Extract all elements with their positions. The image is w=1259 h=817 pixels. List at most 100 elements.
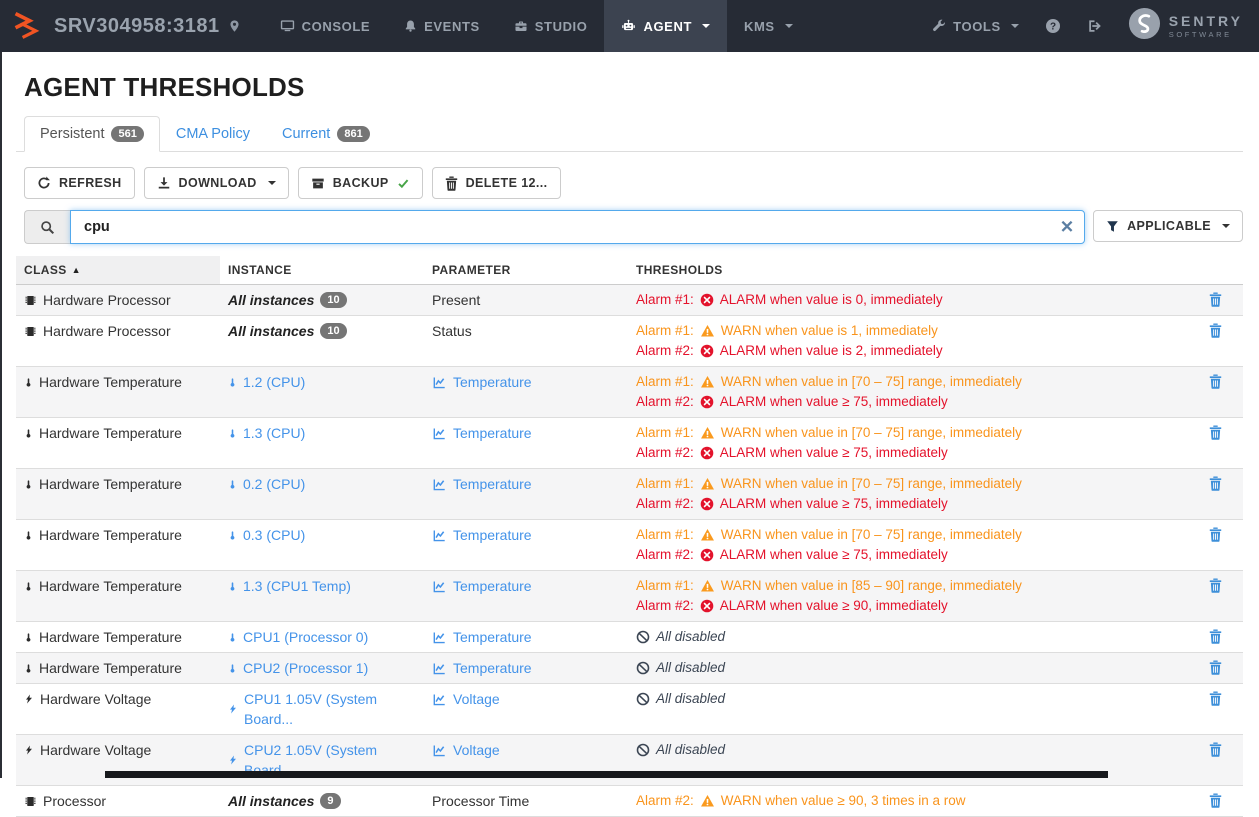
column-header-instance[interactable]: INSTANCE: [220, 256, 424, 284]
refresh-button[interactable]: REFRESH: [24, 167, 135, 199]
download-icon: [157, 176, 171, 190]
instance-link[interactable]: 0.2 (CPU): [228, 474, 416, 494]
wrench-icon: [932, 19, 946, 33]
tab-label: CMA Policy: [176, 126, 250, 142]
parameter-link[interactable]: Voltage: [432, 740, 620, 760]
delete-row-trash-icon[interactable]: [1209, 684, 1243, 706]
parameter-link[interactable]: Temperature: [432, 423, 620, 443]
threshold-prefix: Alarm #1:: [636, 290, 694, 310]
instance-link[interactable]: CPU1 (Processor 0): [228, 627, 416, 647]
help-icon[interactable]: ?: [1045, 18, 1061, 34]
column-header-thresholds[interactable]: THRESHOLDS: [628, 256, 1209, 284]
threshold-prefix: Alarm #2:: [636, 791, 694, 811]
nav-item-agent[interactable]: AGENT: [604, 0, 727, 52]
line-chart-icon: [432, 693, 447, 706]
thermo-icon: [228, 528, 237, 543]
threshold-line: Alarm #1: ALARM when value is 0, immediat…: [636, 290, 1201, 310]
tab-persistent[interactable]: Persistent 561: [24, 116, 160, 152]
clear-search-icon[interactable]: ✕: [1060, 219, 1074, 236]
alarm-circle-x-icon: [700, 344, 714, 358]
nav-item-studio[interactable]: STUDIO: [497, 0, 605, 52]
instance-link[interactable]: 1.2 (CPU): [228, 372, 416, 392]
delete-row-trash-icon[interactable]: [1209, 469, 1243, 491]
instance-label: 1.2 (CPU): [243, 372, 305, 392]
threshold-prefix: Alarm #1:: [636, 576, 694, 596]
parameter-link[interactable]: Temperature: [432, 474, 620, 494]
sentry-chevron-logo-icon[interactable]: [12, 11, 42, 41]
instance-link[interactable]: 1.3 (CPU1 Temp): [228, 576, 416, 596]
warning-triangle-icon: [700, 579, 715, 593]
applicable-filter-button[interactable]: APPLICABLE: [1093, 210, 1243, 242]
parameter-link[interactable]: Temperature: [432, 576, 620, 596]
thresholds-all-disabled: All disabled: [636, 689, 1201, 709]
instance-label: 1.3 (CPU): [243, 423, 305, 443]
instance-link[interactable]: CPU1 1.05V (System Board...: [228, 689, 416, 729]
nav-item-tools[interactable]: TOOLS: [932, 19, 1019, 34]
nav-item-console[interactable]: CONSOLE: [263, 0, 387, 52]
table-row: Hardware ProcessorAll instances10Present…: [16, 285, 1243, 316]
parameter-label: Temperature: [453, 372, 532, 392]
tab-current[interactable]: Current 861: [266, 116, 386, 152]
instance-link[interactable]: CPU2 (Processor 1): [228, 658, 416, 678]
chevron-down-icon: [268, 181, 276, 185]
delete-row-trash-icon[interactable]: [1209, 653, 1243, 675]
ban-icon: [636, 661, 650, 675]
location-pin-icon[interactable]: [228, 18, 241, 34]
nav-item-kms[interactable]: KMS: [727, 0, 810, 52]
instance-link[interactable]: 0.3 (CPU): [228, 525, 416, 545]
table-row: Hardware Temperature1.3 (CPU)Temperature…: [16, 418, 1243, 469]
parameter-label: Temperature: [453, 576, 532, 596]
backup-button[interactable]: BACKUP: [298, 167, 423, 199]
delete-row-trash-icon[interactable]: [1209, 316, 1243, 338]
delete-row-trash-icon[interactable]: [1209, 367, 1243, 389]
threshold-line: Alarm #2: WARN when value ≥ 90, 3 times i…: [636, 791, 1201, 811]
column-header-class[interactable]: CLASS ▲: [16, 256, 220, 284]
instance-link[interactable]: 1.3 (CPU): [228, 423, 416, 443]
brand-name: SENTRY: [1169, 14, 1243, 28]
delete-row-trash-icon[interactable]: [1209, 418, 1243, 440]
tab-label: Persistent: [40, 126, 104, 142]
chevron-down-icon: [1222, 224, 1230, 228]
brand-sub: SOFTWARE: [1169, 31, 1243, 39]
threshold-text: ALARM when value is 0, immediately: [720, 290, 943, 310]
tab-count-badge: 861: [337, 126, 369, 142]
threshold-line: Alarm #1:WARN when value in [70 – 75] ra…: [636, 423, 1201, 443]
delete-row-trash-icon[interactable]: [1209, 285, 1243, 307]
parameter-link[interactable]: Temperature: [432, 372, 620, 392]
tab-cma-policy[interactable]: CMA Policy: [160, 116, 266, 152]
download-button[interactable]: DOWNLOAD: [144, 167, 289, 199]
delete-row-trash-icon[interactable]: [1209, 735, 1243, 757]
class-label: Hardware Voltage: [40, 740, 151, 760]
delete-row-trash-icon[interactable]: [1209, 622, 1243, 644]
warning-triangle-icon: [700, 477, 715, 491]
thermo-icon: [24, 528, 33, 543]
class-label: Hardware Processor: [43, 321, 171, 341]
parameter-link[interactable]: Temperature: [432, 627, 620, 647]
sentry-software-brand[interactable]: SENTRY SOFTWARE: [1128, 7, 1243, 45]
threshold-line: Alarm #2:ALARM when value is 2, immediat…: [636, 341, 1201, 361]
delete-row-trash-icon[interactable]: [1209, 786, 1243, 808]
table-row: Hardware Voltage CPU1 1.05V (System Board…: [16, 684, 1243, 735]
alarm-circle-x-icon: [700, 599, 714, 613]
threshold-text: ALARM when value ≥ 75, immediately: [720, 545, 948, 565]
server-name: SRV304958:3181: [54, 15, 220, 38]
table-row: Hardware TemperatureCPU1 (Processor 0)Te…: [16, 622, 1243, 653]
parameter-link[interactable]: Temperature: [432, 525, 620, 545]
column-header-parameter[interactable]: PARAMETER: [424, 256, 628, 284]
table-row: Hardware TemperatureCPU2 (Processor 1)Te…: [16, 653, 1243, 684]
nav-item-events[interactable]: EVENTS: [387, 0, 497, 52]
toolbar: REFRESH DOWNLOAD BACKUP DELETE 12...: [24, 167, 1243, 199]
instance-all-label: All instances: [228, 290, 314, 310]
search-input[interactable]: [70, 210, 1085, 244]
sign-out-icon[interactable]: [1087, 19, 1102, 33]
parameter-link[interactable]: Temperature: [432, 658, 620, 678]
threshold-prefix: Alarm #2:: [636, 494, 694, 514]
delete-row-trash-icon[interactable]: [1209, 520, 1243, 542]
class-label: Hardware Voltage: [40, 689, 151, 709]
parameter-link[interactable]: Voltage: [432, 689, 620, 709]
threshold-line: Alarm #1:WARN when value in [70 – 75] ra…: [636, 372, 1201, 392]
delete-row-trash-icon[interactable]: [1209, 571, 1243, 593]
delete-button[interactable]: DELETE 12...: [432, 167, 561, 199]
table-row: Hardware ProcessorAll instances10StatusA…: [16, 316, 1243, 367]
threshold-text: WARN when value ≥ 90, 3 times in a row: [721, 791, 966, 811]
